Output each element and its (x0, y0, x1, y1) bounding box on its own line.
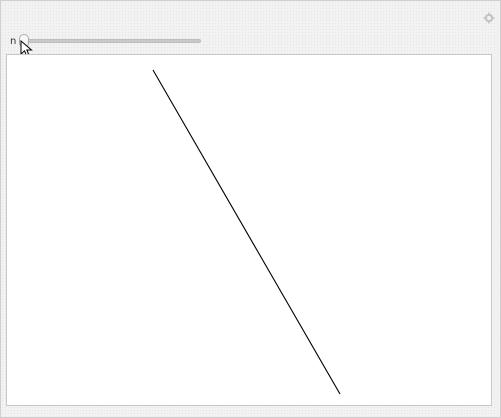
plot-canvas (152, 69, 341, 395)
gear-icon[interactable] (483, 12, 495, 24)
manipulate-panel: n (0, 0, 501, 418)
n-slider-track[interactable] (23, 39, 201, 43)
plot-area (6, 54, 492, 406)
slider-label-n: n (10, 36, 17, 47)
plot-line (152, 69, 341, 395)
